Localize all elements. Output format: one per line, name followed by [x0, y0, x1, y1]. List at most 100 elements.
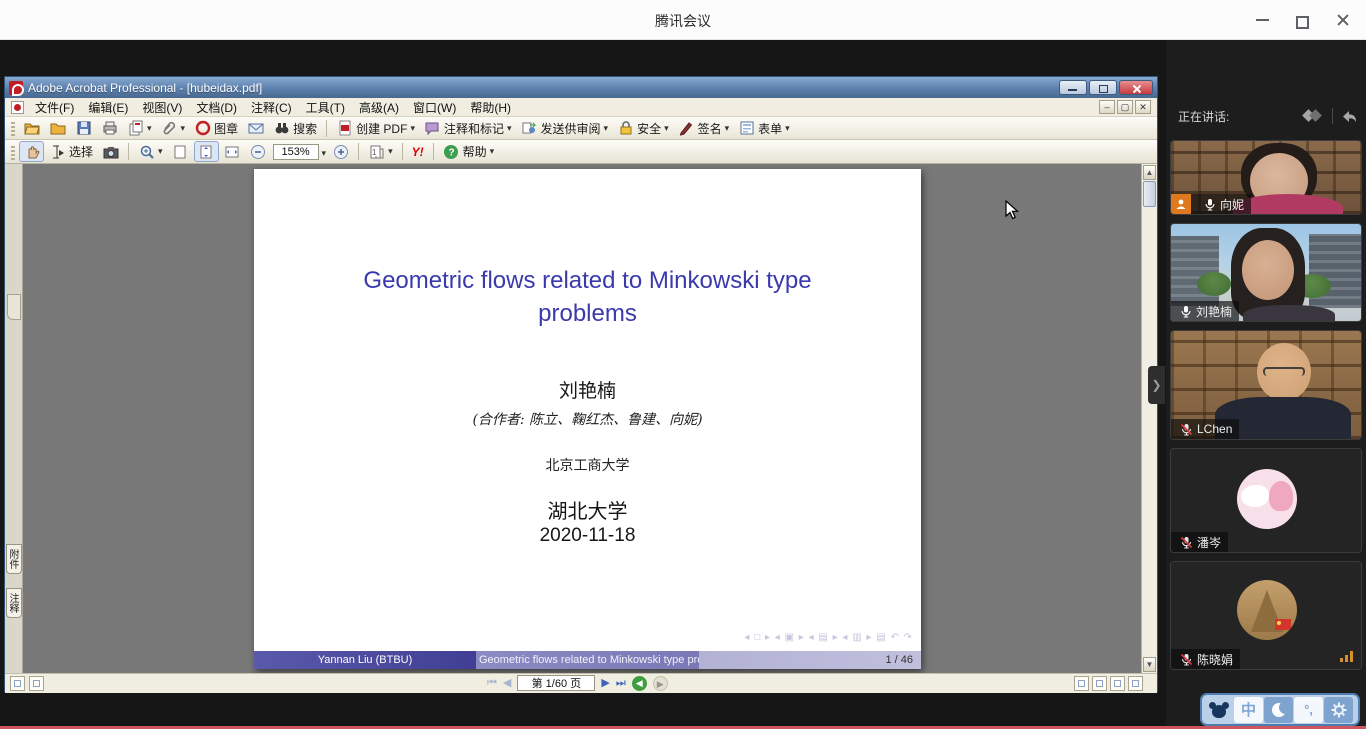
participant-tile[interactable]: 潘岑	[1170, 448, 1362, 553]
tab-comments[interactable]: 注释	[6, 588, 22, 618]
previous-page-icon[interactable]: ◀	[503, 675, 511, 691]
send-review-button[interactable]: 发送供审阅	[518, 119, 612, 138]
security-label: 安全	[637, 120, 661, 137]
menu-help[interactable]: 帮助(H)	[463, 97, 518, 118]
next-view-icon[interactable]: ▶	[653, 676, 668, 691]
participant-tile[interactable]: 陈晓娟	[1170, 561, 1362, 670]
ime-punctuation-button[interactable]: °,	[1294, 697, 1323, 723]
network-signal-icon	[1340, 651, 1353, 662]
email-button[interactable]	[244, 119, 267, 138]
statusbar-pagesize-icon[interactable]	[29, 676, 44, 691]
attach-button[interactable]	[158, 119, 189, 138]
menu-edit[interactable]: 编辑(E)	[81, 97, 135, 118]
zoom-caret-icon[interactable]	[322, 143, 327, 161]
minimize-icon[interactable]	[1254, 11, 1272, 29]
form-icon	[738, 120, 755, 137]
ime-fullwidth-icon[interactable]	[1264, 697, 1293, 723]
participant-label: 潘岑	[1171, 532, 1228, 552]
scroll-up-icon[interactable]: ▲	[1143, 165, 1156, 180]
plus-circle-icon	[332, 143, 349, 160]
acrobat-close-icon[interactable]	[1119, 80, 1153, 95]
sign-button[interactable]: 签名	[675, 119, 733, 138]
close-icon[interactable]	[1334, 11, 1352, 29]
next-page-icon[interactable]: ▶	[601, 675, 609, 691]
menu-window[interactable]: 窗口(W)	[406, 97, 463, 118]
mdi-minimize-icon[interactable]: –	[1099, 100, 1115, 114]
security-button[interactable]: 安全	[614, 119, 672, 138]
menu-advanced[interactable]: 高级(A)	[352, 97, 406, 118]
back-arrow-icon[interactable]	[1341, 109, 1358, 124]
panel-collapse-icon[interactable]: ❯	[1148, 366, 1165, 404]
ime-logo-icon[interactable]	[1204, 697, 1233, 723]
continuous-view-icon[interactable]	[1092, 676, 1107, 691]
statusbar-options-icon[interactable]	[10, 676, 25, 691]
combine-files-button[interactable]	[124, 119, 155, 138]
menu-comments[interactable]: 注释(C)	[244, 97, 299, 118]
mail-icon	[247, 120, 264, 137]
acrobat-window: Adobe Acrobat Professional - [hubeidax.p…	[4, 76, 1158, 692]
first-page-icon[interactable]: ⏮	[487, 675, 497, 691]
two-up-icon[interactable]	[1110, 676, 1125, 691]
menu-document[interactable]: 文档(D)	[189, 97, 244, 118]
zoom-in-button[interactable]	[329, 142, 352, 161]
restore-icon[interactable]	[1294, 11, 1312, 29]
forms-button[interactable]: 表单	[735, 119, 793, 138]
zoom-out-button[interactable]	[247, 142, 270, 161]
mouse-cursor	[1005, 200, 1019, 220]
paperclip-icon	[161, 120, 178, 137]
fit-page-button[interactable]	[195, 142, 218, 161]
ime-settings-icon[interactable]	[1324, 697, 1353, 723]
ime-language-label: 中	[1241, 699, 1256, 720]
select-tool-button[interactable]: 选择	[46, 142, 96, 161]
camera-icon	[102, 143, 119, 160]
menu-tools[interactable]: 工具(T)	[299, 97, 352, 118]
help-label: 帮助	[463, 143, 487, 160]
hand-tool-button[interactable]	[20, 142, 43, 161]
mdi-restore-icon[interactable]: ▢	[1117, 100, 1133, 114]
meeting-titlebar: 腾讯会议	[0, 0, 1366, 40]
acrobat-restore-icon[interactable]	[1089, 80, 1117, 95]
two-up-continuous-icon[interactable]	[1128, 676, 1143, 691]
search-button[interactable]: 搜索	[270, 119, 320, 138]
layout-view-icon[interactable]	[1302, 108, 1324, 124]
previous-view-icon[interactable]: ◀	[632, 676, 647, 691]
menu-file[interactable]: 文件(F)	[28, 97, 81, 118]
document-canvas[interactable]: Geometric flows related to Minkowski typ…	[23, 164, 1141, 673]
participant-tile[interactable]: 向妮	[1170, 140, 1362, 215]
participant-tile[interactable]: LChen	[1170, 330, 1362, 440]
save-button[interactable]	[72, 119, 95, 138]
document-icon[interactable]	[11, 101, 24, 114]
vertical-scrollbar[interactable]: ▲ ▼	[1141, 164, 1157, 673]
ime-language-button[interactable]: 中	[1234, 697, 1263, 723]
create-pdf-icon	[336, 120, 353, 137]
zoom-input[interactable]	[273, 144, 319, 160]
scroll-down-icon[interactable]: ▼	[1143, 657, 1156, 672]
scroll-thumb[interactable]	[1143, 181, 1156, 207]
mdi-close-icon[interactable]: ✕	[1135, 100, 1151, 114]
last-page-icon[interactable]: ⏭	[616, 675, 626, 691]
zoom-tool-button[interactable]	[135, 142, 166, 161]
acrobat-file-toolbar: 图章 搜索 创建 PDF 注释和标记 发送供审阅	[5, 117, 1157, 140]
acrobat-titlebar[interactable]: Adobe Acrobat Professional - [hubeidax.p…	[5, 77, 1157, 98]
open-button[interactable]	[20, 119, 43, 138]
page-display-button[interactable]: 1	[365, 142, 396, 161]
actual-size-button[interactable]	[169, 142, 192, 161]
print-button[interactable]	[98, 119, 121, 138]
acrobat-minimize-icon[interactable]	[1059, 80, 1087, 95]
page-number-input[interactable]	[517, 675, 595, 691]
fit-width-button[interactable]	[221, 142, 244, 161]
folder-icon	[49, 120, 66, 137]
help-button[interactable]: ? 帮助	[440, 142, 498, 161]
rail-handle[interactable]	[7, 294, 21, 320]
comment-markup-button[interactable]: 注释和标记	[421, 119, 515, 138]
folder-button[interactable]	[46, 119, 69, 138]
yahoo-button[interactable]: Y!	[409, 144, 427, 160]
menu-view[interactable]: 视图(V)	[135, 97, 189, 118]
participant-tile[interactable]: 刘艳楠	[1170, 223, 1362, 322]
participant-name: LChen	[1197, 422, 1232, 436]
snapshot-button[interactable]	[99, 142, 122, 161]
single-page-icon[interactable]	[1074, 676, 1089, 691]
stamp-button[interactable]: 图章	[191, 119, 241, 138]
tab-attachments[interactable]: 附件	[6, 544, 22, 574]
create-pdf-button[interactable]: 创建 PDF	[333, 119, 418, 138]
